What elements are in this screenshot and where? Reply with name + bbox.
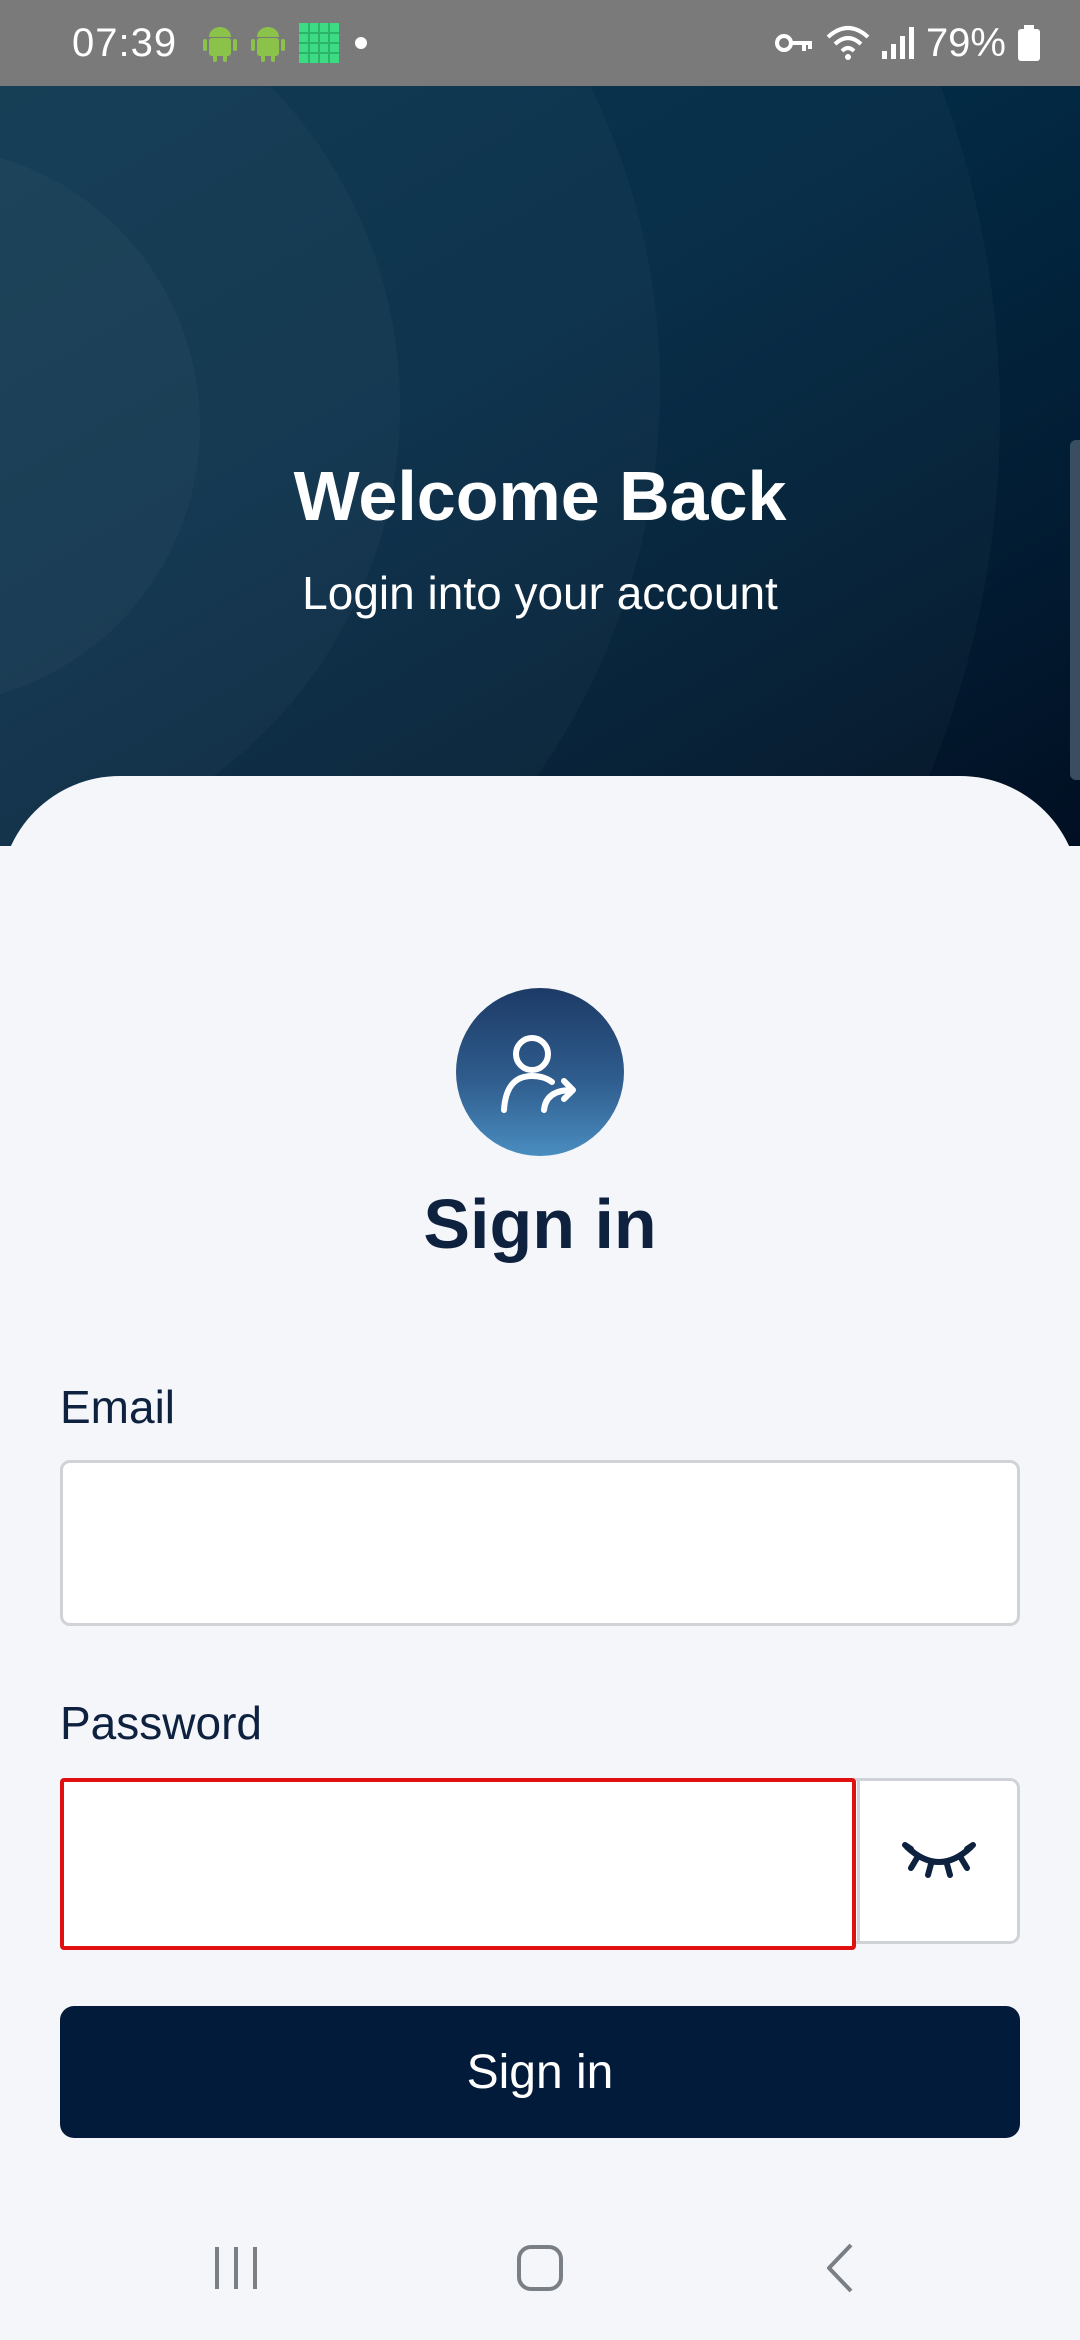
signin-card: Sign in Email Password Sign in Forgot yo…: [0, 776, 1080, 2196]
back-button[interactable]: [802, 2236, 882, 2300]
system-icons: 79%: [774, 21, 1040, 66]
signin-button[interactable]: Sign in: [60, 2006, 1020, 2138]
android-icon: [203, 27, 238, 62]
password-group: [60, 1778, 1020, 1950]
email-field[interactable]: [60, 1460, 1020, 1626]
android-icon: [251, 27, 286, 62]
scrollbar[interactable]: [1070, 440, 1080, 780]
user-login-icon: [501, 1035, 576, 1113]
battery-icon: [1018, 25, 1040, 61]
system-nav-bar: [0, 2196, 1080, 2340]
password-label: Password: [60, 1697, 262, 1749]
remember-forgot-row: Forgot your password?: [60, 2188, 1020, 2196]
recents-icon: [215, 2247, 257, 2289]
password-field[interactable]: [60, 1778, 856, 1950]
forgot-password-link[interactable]: Forgot your password?: [510, 2188, 980, 2196]
recents-button[interactable]: [196, 2236, 276, 2300]
eye-closed-icon: [901, 1842, 976, 1878]
signal-icon: [881, 27, 914, 59]
wifi-icon: [826, 26, 870, 60]
dot-icon: [355, 37, 368, 49]
back-icon: [827, 2243, 853, 2293]
avatar: [456, 988, 624, 1156]
hero-subtitle: Login into your account: [302, 567, 778, 619]
home-button[interactable]: [500, 2236, 580, 2300]
status-time: 07:39: [72, 20, 178, 65]
signin-title: Sign in: [423, 1185, 657, 1263]
email-label: Email: [60, 1381, 176, 1433]
toggle-password-visibility-button[interactable]: [857, 1781, 1017, 1941]
hero-title: Welcome Back: [293, 457, 787, 535]
vpn-key-icon: [774, 34, 812, 52]
hero-banner: Welcome Back Login into your account: [0, 86, 1080, 846]
notification-icons: [203, 23, 369, 63]
status-bar: 07:39 79%: [0, 0, 1080, 86]
grid-app-icon: [299, 23, 340, 63]
home-icon: [517, 2245, 563, 2291]
battery-percent: 79%: [925, 20, 1006, 65]
